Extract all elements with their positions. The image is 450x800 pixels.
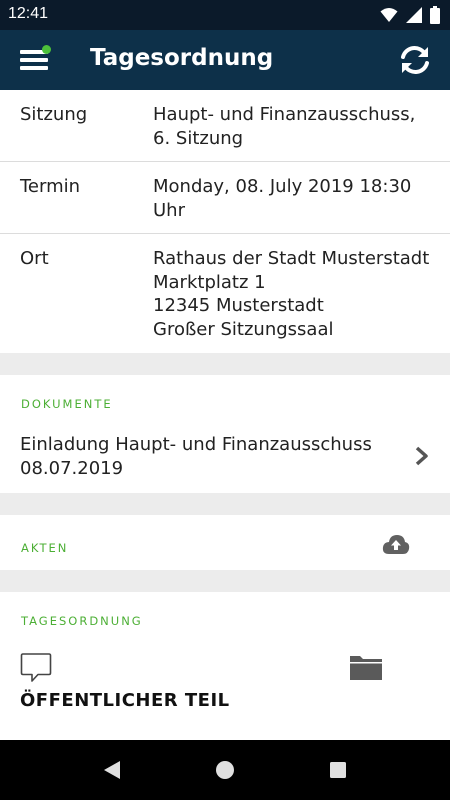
cloud-upload-icon — [382, 535, 410, 554]
page-title: Tagesordnung — [90, 45, 274, 71]
refresh-icon — [401, 46, 429, 74]
section-header-akten: AKTEN — [21, 541, 69, 555]
signal-icon — [406, 7, 422, 23]
detail-label: Ort — [20, 248, 49, 269]
recents-icon[interactable] — [326, 758, 350, 782]
detail-row-sitzung: Sitzung Haupt- und Finanzausschuss, 6. S… — [0, 90, 450, 162]
status-icons — [380, 6, 440, 24]
folder-icon[interactable] — [350, 654, 382, 680]
section-gap — [0, 493, 450, 515]
refresh-button[interactable] — [398, 44, 432, 76]
system-nav-bar — [0, 740, 450, 800]
content-area[interactable]: Sitzung Haupt- und Finanzausschuss, 6. S… — [0, 90, 450, 740]
detail-value: Monday, 08. July 2019 18:30 Uhr — [153, 176, 412, 221]
detail-row-ort: Ort Rathaus der Stadt Musterstadt Marktp… — [0, 234, 450, 353]
detail-value: Rathaus der Stadt Musterstadt Marktplatz… — [153, 248, 430, 340]
section-gap — [0, 570, 450, 592]
status-time: 12:41 — [8, 5, 49, 22]
document-title: Einladung Haupt- und Finanzausschuss 08.… — [20, 434, 372, 479]
meeting-details: Sitzung Haupt- und Finanzausschuss, 6. S… — [0, 90, 450, 353]
comment-icon[interactable] — [20, 652, 52, 684]
agenda-section-title: ÖFFENTLICHER TEIL — [20, 690, 230, 711]
section-header-documents: DOKUMENTE — [21, 397, 113, 411]
notification-dot — [42, 45, 51, 54]
home-icon[interactable] — [213, 758, 237, 782]
agenda-section: TAGESORDNUNG ÖFFENTLICHER TEIL — [0, 592, 450, 740]
app-bar: Tagesordnung — [0, 30, 450, 90]
upload-button[interactable] — [382, 533, 410, 555]
chevron-right-icon — [415, 446, 428, 466]
section-gap — [0, 353, 450, 375]
detail-value: Haupt- und Finanzausschuss, 6. Sitzung — [153, 104, 416, 149]
status-bar: 12:41 — [0, 0, 450, 30]
detail-row-termin: Termin Monday, 08. July 2019 18:30 Uhr — [0, 162, 450, 234]
battery-icon — [430, 6, 440, 24]
back-icon[interactable] — [100, 758, 124, 782]
section-header-agenda: TAGESORDNUNG — [21, 614, 143, 628]
menu-button[interactable] — [14, 44, 54, 76]
detail-label: Sitzung — [20, 104, 88, 125]
wifi-icon — [380, 8, 398, 22]
documents-section: DOKUMENTE Einladung Haupt- und Finanzaus… — [0, 375, 450, 493]
document-item[interactable]: Einladung Haupt- und Finanzausschuss 08.… — [0, 425, 450, 489]
akten-section: AKTEN — [0, 515, 450, 570]
detail-label: Termin — [20, 176, 81, 197]
